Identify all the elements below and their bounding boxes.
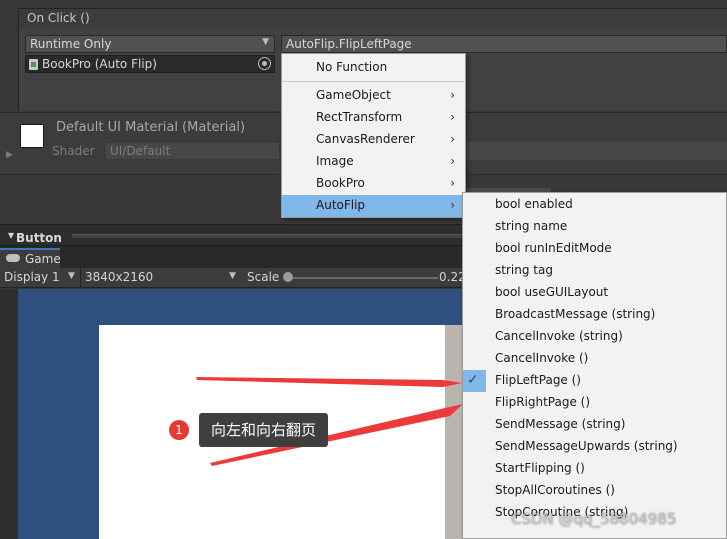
gamepad-icon <box>6 254 20 262</box>
script-icon <box>29 59 38 70</box>
object-picker-icon[interactable] <box>258 57 271 70</box>
menu-item-string-tag[interactable]: string tag <box>463 260 726 282</box>
foldout-arrow-icon[interactable]: ▶ <box>6 150 13 160</box>
function-menu: No Function GameObject › RectTransform ›… <box>281 53 466 218</box>
button-dropdown-label: Button ▾ <box>8 228 62 245</box>
menu-item-sendmessageupwards[interactable]: SendMessageUpwards (string) <box>463 436 726 458</box>
button-dropdown[interactable]: Button ▾ <box>0 225 66 245</box>
runtime-select[interactable]: Runtime Only ▼ <box>25 35 275 53</box>
menu-item-label: bool useGUILayout <box>495 285 609 299</box>
menu-item-string-name[interactable]: string name <box>463 216 726 238</box>
menu-item-startflipping[interactable]: StartFlipping () <box>463 458 726 480</box>
chevron-down-icon: ▼ <box>229 271 236 281</box>
game-view-gutter <box>0 289 18 539</box>
menu-item-label: Image <box>316 154 354 168</box>
resolution-select-label: 3840x2160 <box>85 270 154 284</box>
chevron-right-icon: › <box>450 88 455 102</box>
menu-item-bool-enabled[interactable]: bool enabled <box>463 194 726 216</box>
menu-item-label: string tag <box>495 263 553 277</box>
shader-field[interactable]: UI/Default <box>105 142 280 160</box>
runtime-select-label: Runtime Only <box>30 37 112 51</box>
menu-item-no-function[interactable]: No Function <box>282 57 465 79</box>
menu-item-label: GameObject <box>316 88 391 102</box>
check-icon: ✓ <box>467 372 479 388</box>
menu-item-label: string name <box>495 219 568 233</box>
menu-item-cancelinvoke[interactable]: CancelInvoke () <box>463 348 726 370</box>
object-field[interactable]: BookPro (Auto Flip) <box>25 55 275 73</box>
tab-game-label: Game <box>25 252 61 266</box>
chevron-right-icon: › <box>450 198 455 212</box>
menu-item-recttransform[interactable]: RectTransform › <box>282 107 465 129</box>
shader-value: UI/Default <box>110 144 171 158</box>
chevron-right-icon: › <box>450 176 455 190</box>
menu-item-label: CancelInvoke (string) <box>495 329 623 343</box>
chevron-down-icon: ▼ <box>262 37 269 47</box>
menu-item-sendmessage[interactable]: SendMessage (string) <box>463 414 726 436</box>
menu-item-flipleftpage[interactable]: FlipLeftPage () <box>463 370 726 392</box>
material-title: Default UI Material (Material) <box>56 120 246 135</box>
menu-item-label: No Function <box>316 60 388 74</box>
autoflip-submenu: bool enabled string name bool runInEditM… <box>462 192 727 539</box>
menu-item-canvasrenderer[interactable]: CanvasRenderer › <box>282 129 465 151</box>
menu-item-gameobject[interactable]: GameObject › <box>282 85 465 107</box>
chevron-down-icon: ▼ <box>68 271 75 281</box>
menu-item-image[interactable]: Image › <box>282 151 465 173</box>
chevron-right-icon: › <box>450 132 455 146</box>
menu-item-label: SendMessage (string) <box>495 417 626 431</box>
menu-item-label: CancelInvoke () <box>495 351 589 365</box>
menu-item-label: CanvasRenderer <box>316 132 415 146</box>
chevron-right-icon: › <box>450 110 455 124</box>
menu-item-label: FlipLeftPage () <box>495 373 581 387</box>
menu-item-broadcastmessage[interactable]: BroadcastMessage (string) <box>463 304 726 326</box>
menu-item-label: bool enabled <box>495 197 573 211</box>
menu-item-bool-runineditmode[interactable]: bool runInEditMode <box>463 238 726 260</box>
watermark: CSDN @qq_58804985 <box>511 510 677 528</box>
menu-item-label: RectTransform <box>316 110 403 124</box>
scale-slider-thumb[interactable] <box>283 272 293 282</box>
annotation-label: 向左和向右翻页 <box>199 413 328 447</box>
shader-edit-area <box>466 142 727 160</box>
resolution-select[interactable]: 3840x2160 ▼ <box>80 268 240 288</box>
menu-item-fliprightpage[interactable]: FlipRightPage () <box>463 392 726 414</box>
scale-slider-track[interactable] <box>288 277 438 279</box>
on-click-header: On Click () <box>18 8 727 30</box>
menu-item-label: BroadcastMessage (string) <box>495 307 656 321</box>
menu-item-label: StartFlipping () <box>495 461 585 475</box>
shader-label: Shader <box>52 144 95 158</box>
menu-item-label: AutoFlip <box>316 198 366 212</box>
menu-item-bookpro[interactable]: BookPro › <box>282 173 465 195</box>
annotation-number-badge: 1 <box>169 420 189 440</box>
scale-label: Scale <box>247 270 280 284</box>
function-select-label: AutoFlip.FlipLeftPage <box>286 37 412 51</box>
menu-item-label: bool runInEditMode <box>495 241 612 255</box>
menu-item-label: StopAllCoroutines () <box>495 483 615 497</box>
function-select[interactable]: AutoFlip.FlipLeftPage <box>281 35 727 53</box>
menu-item-label: SendMessageUpwards (string) <box>495 439 678 453</box>
chevron-right-icon: › <box>450 154 455 168</box>
display-select-label: Display 1 <box>4 270 60 284</box>
display-select[interactable]: Display 1 ▼ <box>0 268 80 288</box>
menu-item-autoflip[interactable]: AutoFlip › <box>282 195 465 217</box>
menu-item-bool-useguilayout[interactable]: bool useGUILayout <box>463 282 726 304</box>
menu-item-stopallcoroutines[interactable]: StopAllCoroutines () <box>463 480 726 502</box>
menu-separator <box>282 81 464 82</box>
material-swatch <box>20 124 44 148</box>
on-click-title: On Click () <box>27 11 90 25</box>
menu-item-label: BookPro <box>316 176 365 190</box>
object-field-label: BookPro (Auto Flip) <box>42 57 157 71</box>
tab-game[interactable]: Game <box>0 248 61 268</box>
menu-item-label: FlipRightPage () <box>495 395 591 409</box>
menu-item-cancelinvoke-string[interactable]: CancelInvoke (string) <box>463 326 726 348</box>
